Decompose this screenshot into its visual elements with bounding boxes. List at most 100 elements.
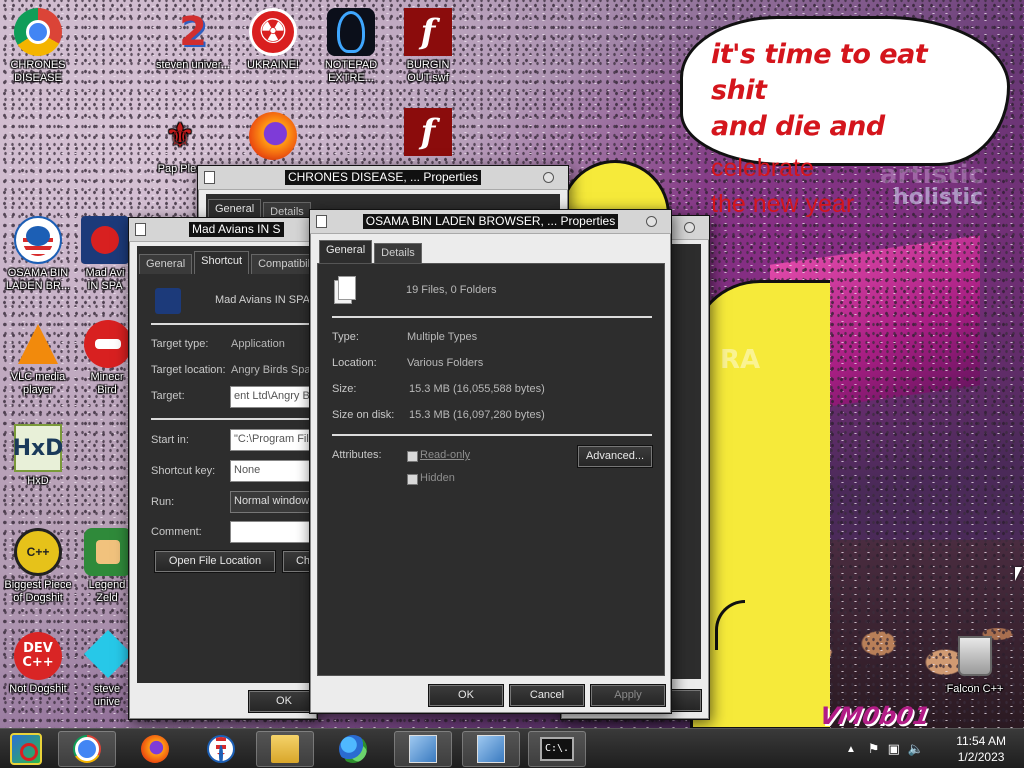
dogshit-icon [14, 528, 62, 576]
titlebar[interactable]: OSAMA BIN LADEN BROWSER, ... Properties [310, 210, 671, 234]
command-prompt-icon: C:\. [540, 737, 574, 761]
taskbar-firefox[interactable] [126, 731, 184, 767]
taskbar-chrome[interactable] [58, 731, 116, 767]
desktop-icon-hxd[interactable]: HxD HxD [0, 424, 76, 488]
chrome-icon [14, 8, 62, 56]
window-system-icon[interactable] [135, 223, 146, 236]
desktop-icon-biggest-piece[interactable]: Biggest Piece of Dogshit [0, 528, 76, 605]
desktop-icon-notepad-extreme[interactable]: NOTEPAD EXTRE... [313, 8, 389, 85]
run-select[interactable]: Normal window [230, 491, 320, 513]
osama-browser-properties-window[interactable]: OSAMA BIN LADEN BROWSER, ... Properties … [309, 209, 672, 714]
open-file-location-button[interactable]: Open File Location [155, 551, 275, 572]
setup-icon [477, 735, 505, 763]
file-explorer-icon [271, 735, 299, 763]
clock[interactable]: 11:54 AM 1/2/2023 [956, 733, 1006, 765]
start-button[interactable] [0, 731, 54, 767]
start-in-field[interactable]: "C:\Program File [230, 429, 320, 451]
sticker-text: VM0b01 [817, 702, 933, 728]
mad-avians-properties-window[interactable]: Mad Avians IN S General Shortcut Compati… [128, 217, 323, 720]
speech-bubble: it's time to eat shit and die and celebr… [680, 16, 1010, 217]
taskbar-osama-browser[interactable] [192, 731, 250, 767]
ok-button[interactable]: OK [429, 685, 503, 706]
bubble-line-1: it's time to eat shit [711, 39, 928, 106]
vlc-icon [18, 324, 58, 364]
action-center-flag-icon[interactable]: ⚑ [868, 741, 880, 757]
network-icon[interactable]: ▣ [888, 741, 900, 757]
desktop-icon-ukraine[interactable]: UKRAINE! [235, 8, 311, 72]
cancel-button[interactable]: Cancel [510, 685, 584, 706]
notepad-icon [327, 8, 375, 56]
clock-date: 1/2/2023 [957, 750, 1005, 764]
angry-bird-icon [84, 320, 132, 368]
advanced-button[interactable]: Advanced... [578, 446, 652, 467]
taskbar-people[interactable] [324, 731, 382, 767]
bubble-line-2-light: celebrate [711, 154, 814, 182]
obama-logo-icon [14, 216, 62, 264]
window-title: CHRONES DISEASE, ... Properties [284, 170, 482, 185]
location-value: Various Folders [407, 357, 484, 369]
people-icon [339, 735, 367, 763]
angry-birds-space-icon [155, 288, 181, 314]
taskbar-file-explorer[interactable] [256, 731, 314, 767]
shortcut-name: Mad Avians IN SPA [215, 294, 310, 306]
tab-details[interactable]: Details [374, 243, 422, 263]
close-button[interactable] [646, 216, 657, 227]
background-word: RA [720, 345, 761, 375]
hxd-icon: HxD [13, 424, 63, 472]
desktop-icon-mad-avians[interactable]: Mad Avi IN SPA [80, 216, 130, 293]
setup-icon [409, 735, 437, 763]
window-title: OSAMA BIN LADEN BROWSER, ... Properties [362, 214, 619, 229]
desktop-icon-steven-universe-2[interactable]: steve unive [83, 629, 133, 709]
angry-birds-space-icon [81, 216, 129, 264]
bubble-line-2-bold: and die and [711, 111, 885, 142]
firefox-icon [249, 112, 297, 160]
target-location-value: Angry Birds Spa [231, 364, 311, 376]
tab-shortcut[interactable]: Shortcut [194, 251, 250, 274]
shortcut-key-field[interactable]: None [230, 460, 320, 482]
target-type-value: Application [231, 338, 285, 350]
tab-general[interactable]: General [319, 240, 373, 263]
size-value: 15.3 MB (16,055,588 bytes) [409, 383, 545, 395]
comment-field[interactable] [230, 521, 320, 543]
readonly-label: Read-only [420, 449, 471, 461]
desktop-icon-burgin-out[interactable]: BURGIN OUT.swf [390, 8, 466, 85]
window-system-icon[interactable] [204, 171, 215, 184]
taskbar-setup-2[interactable] [462, 731, 520, 767]
window-system-icon[interactable] [316, 215, 327, 228]
zelda-icon [84, 528, 132, 576]
desktop-icon-falcon-cpp[interactable]: Falcon C++ [937, 632, 1013, 696]
partial-button[interactable] [671, 690, 701, 711]
desktop-icon-steven-universe[interactable]: 2 steven univer... [155, 8, 231, 72]
close-button[interactable] [684, 222, 695, 233]
desktop-icon-firefox[interactable] [235, 112, 311, 163]
steven-universe-icon: 2 [179, 8, 207, 55]
desktop-icon-osama-browser[interactable]: OSAMA BIN LADEN BR... [0, 216, 76, 293]
close-button[interactable] [543, 172, 554, 183]
devcpp-icon: DEV C++ [14, 632, 62, 680]
desktop-icon-minecraft-birds[interactable]: Minecr Bird [84, 320, 132, 397]
titlebar[interactable]: Mad Avians IN S [129, 218, 317, 242]
type-value: Multiple Types [407, 331, 478, 343]
start-orb-icon [10, 733, 42, 765]
desktop-icon-not-dogshit[interactable]: DEV C++ Not Dogshit [0, 632, 76, 696]
readonly-checkbox[interactable] [407, 451, 418, 462]
files-summary: 19 Files, 0 Folders [406, 284, 497, 296]
desktop-icon-legend-zelda[interactable]: Legend Zeld [84, 528, 132, 605]
taskbar-setup-1[interactable] [394, 731, 452, 767]
recycle-bin-icon [958, 636, 992, 676]
taskbar-command-prompt[interactable]: C:\. [528, 731, 586, 767]
target-field[interactable]: ent Ltd\Angry Bi [230, 386, 320, 408]
titlebar[interactable]: CHRONES DISEASE, ... Properties [198, 166, 568, 190]
desktop-icon-flash[interactable] [390, 108, 466, 159]
flash-icon [404, 8, 452, 56]
flash-icon [404, 108, 452, 156]
hidden-checkbox[interactable] [407, 474, 418, 485]
show-hidden-icons-chevron-icon[interactable]: ▲ [846, 744, 856, 755]
apply-button[interactable]: Apply [591, 685, 665, 706]
clock-time: 11:54 AM [956, 734, 1006, 748]
desktop-icon-vlc[interactable]: VLC media player [0, 320, 76, 397]
taskbar: C:\. ▲ ⚑ ▣ 🔈 11:54 AM 1/2/2023 [0, 728, 1024, 768]
desktop-icon-chrones-disease[interactable]: CHRONES DISEASE [0, 8, 76, 85]
volume-icon[interactable]: 🔈 [908, 741, 924, 757]
tab-general[interactable]: General [139, 254, 193, 274]
